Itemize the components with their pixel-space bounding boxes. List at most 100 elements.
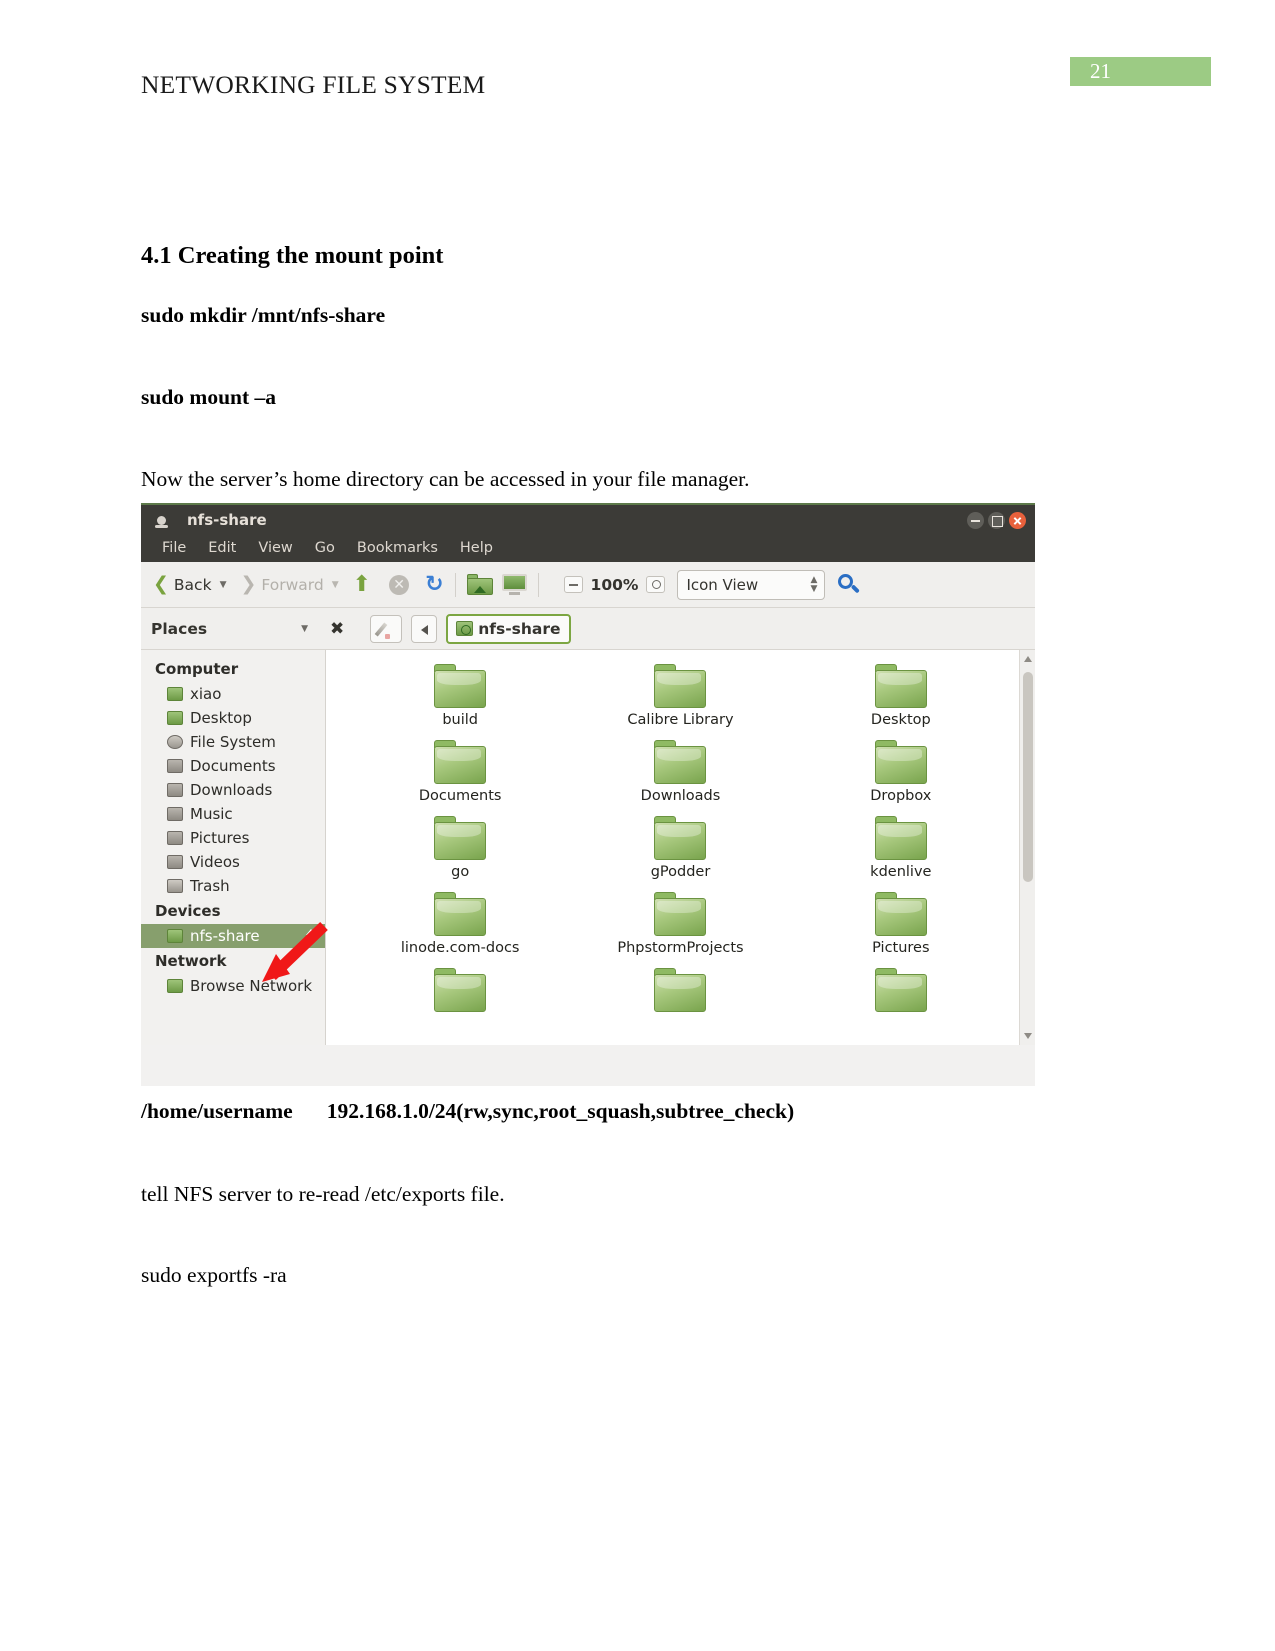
folder-item[interactable]: linode.com-docs bbox=[350, 892, 570, 956]
folder-item-partial[interactable] bbox=[570, 968, 790, 1012]
stop-icon[interactable]: ✕ bbox=[389, 574, 410, 595]
paragraph-now-server: Now the server’s home directory can be a… bbox=[141, 467, 750, 491]
folder-item[interactable]: Dropbox bbox=[791, 740, 1011, 804]
folder-item[interactable]: kdenlive bbox=[791, 816, 1011, 880]
chevron-left-icon: ❮ bbox=[153, 573, 169, 595]
zoom-reset-icon[interactable] bbox=[646, 576, 666, 593]
page-header: NETWORKING FILE SYSTEM 21 bbox=[0, 0, 1275, 120]
folder-label: kdenlive bbox=[870, 864, 932, 880]
sidebar-item-pictures[interactable]: Pictures bbox=[141, 826, 325, 850]
menu-go[interactable]: Go bbox=[304, 535, 346, 562]
page-number-band: 21 bbox=[1070, 57, 1211, 86]
folder-item[interactable]: Pictures bbox=[791, 892, 1011, 956]
sidebar-item-music[interactable]: Music bbox=[141, 802, 325, 826]
documents-icon bbox=[167, 759, 183, 773]
page-number: 21 bbox=[1090, 59, 1111, 83]
folder-icon bbox=[434, 664, 487, 708]
eject-icon[interactable] bbox=[306, 929, 316, 935]
sidebar-group-computer: Computer bbox=[155, 660, 239, 678]
menu-help[interactable]: Help bbox=[449, 535, 504, 562]
back-button[interactable]: ❮ Back bbox=[149, 575, 216, 594]
folder-item[interactable]: Downloads bbox=[570, 740, 790, 804]
sidebar-item-nfs-share[interactable]: nfs-share bbox=[141, 924, 325, 948]
desktop-icon bbox=[167, 711, 183, 725]
zoom-controls: 100% bbox=[563, 575, 666, 594]
breadcrumb[interactable]: nfs-share bbox=[446, 613, 571, 644]
folder-label: Documents bbox=[418, 788, 502, 804]
paragraph-tell-nfs: tell NFS server to re-read /etc/exports … bbox=[141, 1182, 505, 1206]
folder-item[interactable]: go bbox=[350, 816, 570, 880]
sidebar-item-label: Trash bbox=[190, 877, 230, 895]
window-controls bbox=[967, 512, 1026, 529]
folder-item-partial[interactable] bbox=[350, 968, 570, 1012]
sidebar-group-network: Network bbox=[155, 952, 227, 970]
folder-icon bbox=[434, 740, 487, 784]
file-manager-main: Computer xiao Desktop File System Docume… bbox=[141, 650, 1035, 1045]
close-places-icon[interactable]: ✖ bbox=[330, 619, 344, 639]
chevron-right-icon: ❯ bbox=[240, 573, 257, 595]
menu-bookmarks[interactable]: Bookmarks bbox=[346, 535, 449, 562]
trash-icon bbox=[167, 879, 183, 893]
forward-dropdown-icon[interactable]: ▼ bbox=[332, 580, 339, 590]
scroll-up-icon[interactable] bbox=[1024, 656, 1032, 662]
folder-item[interactable]: Documents bbox=[350, 740, 570, 804]
window-title: nfs-share bbox=[187, 511, 267, 529]
scrollbar-thumb[interactable] bbox=[1023, 672, 1033, 882]
window-app-icon bbox=[155, 516, 168, 528]
view-mode-label: Icon View bbox=[686, 575, 759, 594]
videos-icon bbox=[167, 855, 183, 869]
sidebar-item-file-system[interactable]: File System bbox=[141, 730, 325, 754]
device-icon bbox=[456, 621, 474, 636]
view-mode-select[interactable]: Icon View ▲ ▼ bbox=[677, 569, 826, 600]
sidebar-item-trash[interactable]: Trash bbox=[141, 874, 325, 898]
menu-file[interactable]: File bbox=[151, 535, 197, 562]
vertical-scrollbar[interactable] bbox=[1019, 650, 1035, 1045]
back-dropdown-icon[interactable]: ▼ bbox=[220, 580, 227, 590]
folder-item[interactable]: PhpstormProjects bbox=[570, 892, 790, 956]
minimize-icon[interactable] bbox=[967, 512, 984, 529]
folder-item[interactable]: build bbox=[350, 664, 570, 728]
sidebar-item-xiao[interactable]: xiao bbox=[141, 682, 325, 706]
folder-icon bbox=[434, 816, 487, 860]
file-manager-file-area: build Calibre Library Desktop Documents bbox=[326, 650, 1035, 1045]
search-icon[interactable] bbox=[838, 573, 861, 596]
reload-icon[interactable]: ↻ bbox=[425, 573, 443, 596]
places-label: Places bbox=[151, 619, 208, 638]
back-label: Back bbox=[173, 575, 212, 594]
close-icon[interactable] bbox=[1009, 512, 1026, 529]
folder-label: linode.com-docs bbox=[400, 940, 520, 956]
chevron-down-icon[interactable]: ▼ bbox=[301, 624, 308, 634]
zoom-out-icon[interactable] bbox=[563, 576, 583, 593]
sidebar-item-label: Pictures bbox=[190, 829, 250, 847]
scroll-down-icon[interactable] bbox=[1024, 1033, 1032, 1039]
folder-icon bbox=[874, 892, 927, 936]
home-folder-icon[interactable] bbox=[466, 574, 493, 595]
exports-line: /home/username 192.168.1.0/24(rw,sync,roo… bbox=[141, 1099, 794, 1124]
folder-item[interactable]: Calibre Library bbox=[570, 664, 790, 728]
maximize-icon[interactable] bbox=[988, 512, 1005, 529]
folder-icon bbox=[874, 968, 927, 1012]
folder-icon bbox=[874, 740, 927, 784]
up-arrow-icon[interactable]: ⬆ bbox=[353, 573, 371, 596]
sidebar-item-videos[interactable]: Videos bbox=[141, 850, 325, 874]
file-manager-toolbar: ❮ Back ▼ ❯ Forward ▼ ⬆ ✕ ↻ 100% Icon Vie… bbox=[141, 562, 1035, 608]
menu-edit[interactable]: Edit bbox=[197, 535, 247, 562]
toolbar-separator-2 bbox=[537, 572, 539, 597]
file-manager-titlebar: nfs-share bbox=[141, 503, 1035, 535]
sidebar-item-documents[interactable]: Documents bbox=[141, 754, 325, 778]
folder-item-partial[interactable] bbox=[791, 968, 1011, 1012]
pencil-icon[interactable] bbox=[370, 614, 403, 643]
menu-view[interactable]: View bbox=[247, 535, 303, 562]
forward-button[interactable]: ❯ Forward bbox=[236, 575, 327, 594]
folder-item[interactable]: gPodder bbox=[570, 816, 790, 880]
computer-icon[interactable] bbox=[501, 574, 527, 595]
left-arrow-icon[interactable] bbox=[411, 614, 438, 643]
folder-item[interactable]: Desktop bbox=[791, 664, 1011, 728]
sidebar-item-desktop[interactable]: Desktop bbox=[141, 706, 325, 730]
sidebar-item-label: Videos bbox=[190, 853, 240, 871]
sidebar-item-downloads[interactable]: Downloads bbox=[141, 778, 325, 802]
folder-icon bbox=[434, 968, 487, 1012]
zoom-level: 100% bbox=[590, 575, 639, 594]
folder-icon bbox=[874, 816, 927, 860]
sidebar-item-browse-network[interactable]: Browse Network bbox=[141, 974, 325, 998]
